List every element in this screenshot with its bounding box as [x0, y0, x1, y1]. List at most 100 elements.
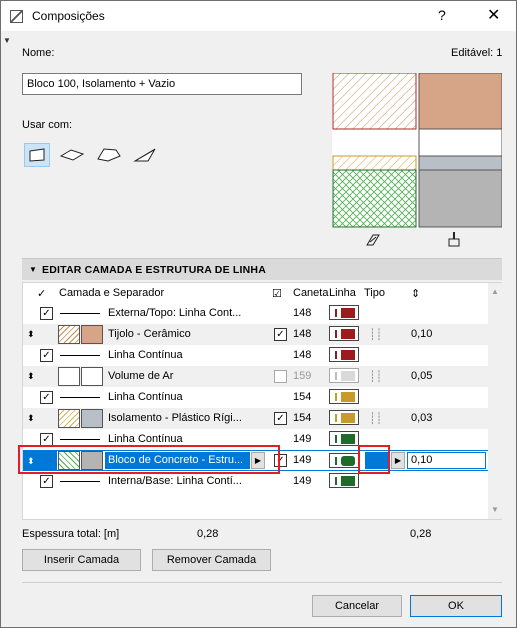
- row-label: Externa/Topo: Linha Cont...: [108, 307, 242, 319]
- drag-handle-icon[interactable]: ⬍: [27, 371, 35, 382]
- name-field[interactable]: [22, 73, 302, 95]
- row-thickness-input[interactable]: 0,10: [407, 452, 486, 469]
- insert-layer-button[interactable]: Inserir Camada: [22, 549, 141, 571]
- scroll-up-icon[interactable]: ▲: [491, 287, 499, 296]
- row-thickness[interactable]: 0,03: [411, 412, 432, 424]
- window-title: Composições: [32, 9, 105, 23]
- highlight-layer-type: [358, 445, 390, 474]
- row-visible-checkbox[interactable]: ✓: [274, 412, 287, 425]
- line-pen-swatch[interactable]: [329, 368, 359, 383]
- row-label: Interna/Base: Linha Contí...: [108, 475, 242, 487]
- row-checkbox[interactable]: ✓: [40, 349, 53, 362]
- line-pen-swatch[interactable]: [329, 410, 359, 425]
- row-visible-checkbox[interactable]: ✓: [274, 328, 287, 341]
- line-pen-swatch[interactable]: [329, 389, 359, 404]
- header-visibility-icon: ☑: [272, 288, 282, 300]
- shell-icon: [133, 148, 156, 162]
- header-layer: Camada e Separador: [59, 287, 165, 299]
- layer-type-icon[interactable]: ┊┊: [369, 328, 382, 341]
- surface-swatch[interactable]: [81, 409, 103, 428]
- collapse-icon: ▼: [29, 265, 37, 274]
- header-type: Tipo: [364, 287, 385, 299]
- panel-gripper-icon[interactable]: ▼: [3, 36, 11, 45]
- header-line: Linha: [329, 287, 356, 299]
- cancel-button[interactable]: Cancelar: [312, 595, 402, 617]
- table-row[interactable]: ✓ Externa/Topo: Linha Cont... 148: [23, 303, 488, 324]
- table-row[interactable]: ⬍ Tijolo - Cerâmico ✓ 148 ┊┊ 0,10: [23, 324, 488, 345]
- wall-icon: [29, 148, 45, 162]
- surface-swatch[interactable]: [81, 367, 103, 386]
- header-check: ✓: [37, 288, 47, 300]
- row-thickness[interactable]: 0,05: [411, 370, 432, 382]
- use-roof-button[interactable]: [96, 143, 122, 167]
- row-pen[interactable]: 159: [293, 370, 311, 382]
- row-label: Linha Contínua: [108, 349, 183, 361]
- composite-preview: [332, 73, 502, 228]
- roof-icon: [97, 148, 121, 162]
- table-header: ✓ Camada e Separador ☑ Caneta Linha Tipo…: [23, 283, 488, 303]
- layer-type-menu-button[interactable]: ▶: [391, 452, 405, 469]
- ok-button[interactable]: OK: [410, 595, 502, 617]
- table-row[interactable]: ✓ Linha Contínua 148: [23, 345, 488, 366]
- table-row[interactable]: ✓ Linha Contínua 154: [23, 387, 488, 408]
- row-checkbox[interactable]: ✓: [40, 307, 53, 320]
- editable-count: Editável: 1: [451, 47, 503, 59]
- row-pen[interactable]: 154: [293, 412, 311, 424]
- header-thickness-icon: ⇕: [411, 288, 421, 300]
- row-pen[interactable]: 149: [293, 433, 311, 445]
- remove-layer-button[interactable]: Remover Camada: [152, 549, 271, 571]
- use-wall-button[interactable]: [24, 143, 50, 167]
- row-pen[interactable]: 148: [293, 307, 311, 319]
- drag-handle-icon[interactable]: ⬍: [27, 413, 35, 424]
- line-pen-swatch[interactable]: [329, 453, 359, 468]
- row-pen[interactable]: 148: [293, 328, 311, 340]
- line-pen-swatch[interactable]: [329, 347, 359, 362]
- hatch-view-icon[interactable]: [365, 233, 381, 250]
- row-label: Linha Contínua: [108, 391, 183, 403]
- table-scrollbar[interactable]: ▲ ▼: [488, 283, 502, 519]
- row-pen[interactable]: 149: [293, 454, 311, 466]
- edit-layer-section-header[interactable]: ▼ EDITAR CAMADA E ESTRUTURA DE LINHA: [22, 258, 502, 280]
- row-label: Tijolo - Cerâmico: [108, 328, 191, 340]
- separator-line-icon: [60, 397, 100, 398]
- row-checkbox[interactable]: ✓: [40, 391, 53, 404]
- hatch-swatch[interactable]: [58, 409, 80, 428]
- app-icon: [10, 10, 23, 23]
- table-row[interactable]: ⬍ Volume de Ar 159 ┊┊ 0,05: [23, 366, 488, 387]
- row-pen[interactable]: 148: [293, 349, 311, 361]
- row-label: Volume de Ar: [108, 370, 174, 382]
- help-button[interactable]: ?: [438, 7, 446, 23]
- row-pen[interactable]: 149: [293, 475, 311, 487]
- slab-icon: [59, 149, 85, 161]
- layer-type-icon[interactable]: ┊┊: [369, 412, 382, 425]
- row-thickness[interactable]: 0,10: [411, 328, 432, 340]
- separator-line-icon: [60, 355, 100, 356]
- footer-divider: [22, 582, 502, 583]
- layer-type-icon[interactable]: ┊┊: [369, 370, 382, 383]
- line-pen-swatch[interactable]: [329, 431, 359, 446]
- scroll-down-icon[interactable]: ▼: [491, 505, 499, 514]
- row-label: Isolamento - Plástico Rígi...: [108, 412, 242, 424]
- line-pen-swatch[interactable]: [329, 473, 359, 488]
- table-row[interactable]: ⬍ Isolamento - Plástico Rígi... ✓ 154 ┊┊…: [23, 408, 488, 429]
- line-pen-swatch[interactable]: [329, 326, 359, 341]
- row-visible-checkbox[interactable]: [274, 370, 287, 383]
- header-pen: Caneta: [293, 287, 329, 299]
- close-button[interactable]: ✕: [487, 5, 500, 25]
- use-shell-button[interactable]: [132, 143, 158, 167]
- hatch-swatch[interactable]: [58, 367, 80, 386]
- total-thickness-value-2: 0,28: [410, 528, 432, 540]
- row-checkbox[interactable]: ✓: [40, 475, 53, 488]
- surface-view-icon[interactable]: [447, 231, 461, 250]
- highlight-layer-name: [18, 445, 280, 474]
- composites-dialog: Composições ? ✕ ▼ Nome: Editável: 1 Usar…: [0, 0, 517, 628]
- row-pen[interactable]: 154: [293, 391, 311, 403]
- section-title: EDITAR CAMADA E ESTRUTURA DE LINHA: [42, 264, 266, 276]
- surface-swatch[interactable]: [81, 325, 103, 344]
- drag-handle-icon[interactable]: ⬍: [27, 329, 35, 340]
- hatch-swatch[interactable]: [58, 325, 80, 344]
- table-row[interactable]: ✓ Interna/Base: Linha Contí... 149: [23, 471, 488, 492]
- layer-table: ✓ Camada e Separador ☑ Caneta Linha Tipo…: [22, 282, 502, 520]
- line-pen-swatch[interactable]: [329, 305, 359, 320]
- use-slab-button[interactable]: [59, 143, 85, 167]
